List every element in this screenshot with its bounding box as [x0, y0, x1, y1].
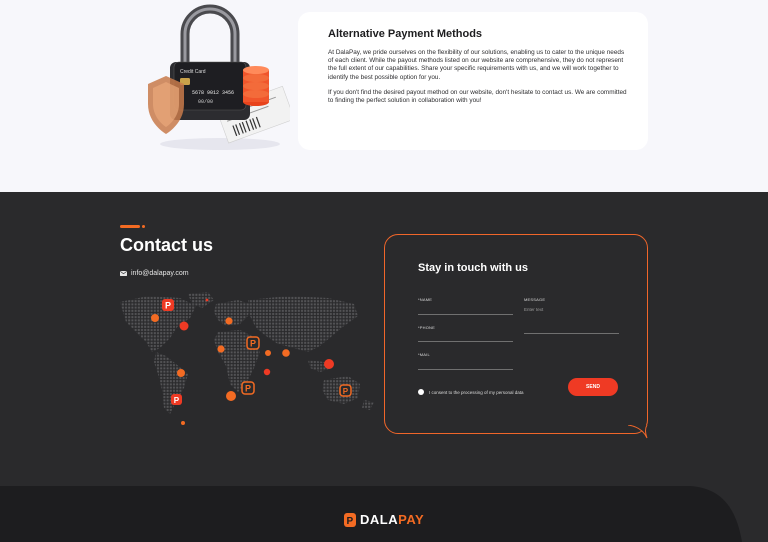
name-label: *NAME [418, 297, 433, 302]
svg-text:P: P [174, 396, 180, 405]
mail-input[interactable] [418, 369, 513, 370]
send-button[interactable]: SEND [568, 378, 618, 396]
payment-title: Alternative Payment Methods [328, 28, 483, 40]
message-label: MESSAGE [524, 297, 546, 302]
phone-label: *PHONE [418, 325, 435, 330]
form-title: Stay in touch with us [418, 262, 529, 274]
consent-checkbox[interactable]: I consent to the processing of my person… [418, 389, 524, 395]
svg-text:P: P [245, 384, 251, 394]
dalapay-logo-icon: P [344, 512, 356, 527]
payment-security-illustration: Credit Card 5678 9012 3456 00/00 [148, 4, 290, 150]
payment-paragraph-1: At DalaPay, we pride ourselves on the fl… [328, 49, 625, 81]
card-number: 5678 9012 3456 [192, 90, 234, 96]
email-text[interactable]: info@dalapay.com [131, 270, 189, 277]
message-placeholder[interactable]: Enter text [524, 307, 543, 312]
accent-line [120, 225, 140, 228]
svg-text:P: P [165, 301, 171, 311]
mail-label: *MAIL [418, 352, 430, 357]
contact-email[interactable]: info@dalapay.com [120, 270, 189, 277]
card-expiry: 00/00 [198, 99, 213, 105]
message-input[interactable] [524, 333, 619, 334]
brand-part-1: DALA [360, 512, 399, 527]
svg-text:P: P [250, 339, 256, 349]
payment-methods-section: Credit Card 5678 9012 3456 00/00 Alterna… [0, 0, 768, 192]
mail-icon [120, 271, 127, 276]
speech-bubble-tail [628, 425, 648, 439]
svg-text:P: P [347, 516, 354, 527]
name-input[interactable] [418, 314, 513, 315]
payment-paragraph-2: If you don't find the desired payout met… [328, 88, 627, 105]
contact-title: Contact us [120, 235, 214, 255]
consent-text: I consent to the processing of my person… [429, 389, 524, 395]
dalapay-logo[interactable]: P DALAPAY [344, 512, 424, 527]
brand-part-2: PAY [398, 512, 425, 527]
world-map: P P P P P [120, 292, 374, 425]
svg-text:P: P [343, 387, 349, 396]
card-label: Credit Card [180, 69, 206, 75]
checkbox-icon[interactable] [418, 389, 424, 395]
phone-input[interactable] [418, 341, 513, 342]
accent-dot [142, 225, 145, 228]
payment-info-card: Alternative Payment Methods At DalaPay, … [298, 12, 648, 150]
